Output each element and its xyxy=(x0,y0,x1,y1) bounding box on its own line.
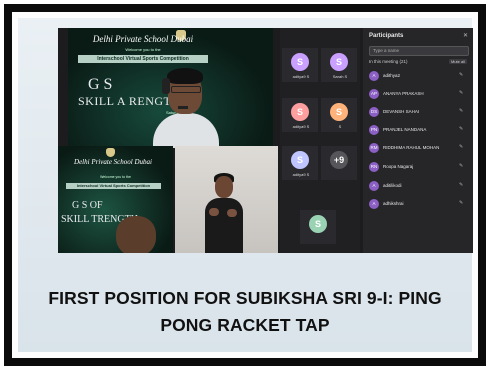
participant-tile[interactable]: S S xyxy=(321,98,357,132)
participant-name: aditilikodi xyxy=(383,183,402,188)
participant-name: DEVANSH SAHAI xyxy=(383,109,420,114)
avatar: S xyxy=(291,53,309,71)
welcome-text: Welcome you to the xyxy=(100,175,131,179)
school-title: Delhi Private School Dubai xyxy=(74,158,152,166)
teacher-body xyxy=(205,198,243,253)
participant-tiles: S aditya9 S S Sarah S S aditya9 S S S S … xyxy=(280,28,360,253)
participant-row[interactable]: AP ANANYA PRAKASH ✎ xyxy=(369,88,469,102)
inner-border: Delhi Private School Dubai Welcome you t… xyxy=(12,12,478,358)
avatar: S xyxy=(309,215,327,233)
student-hair xyxy=(167,68,203,84)
avatar: A xyxy=(369,199,379,209)
avatar: RM xyxy=(369,143,379,153)
participant-row[interactable]: A adhikshrai ✎ xyxy=(369,198,469,212)
competition-banner: Interschool Virtual Sports Competition xyxy=(78,55,208,63)
mic-icon[interactable]: ✎ xyxy=(459,108,463,114)
participant-row[interactable]: A aditilikodi ✎ xyxy=(369,180,469,194)
teacher-video-feed xyxy=(175,146,278,253)
secondary-video-feed: Delhi Private School Dubai Welcome you t… xyxy=(58,146,173,253)
mic-icon[interactable]: ✎ xyxy=(459,144,463,150)
tile-name: S xyxy=(338,124,342,129)
avatar: AP xyxy=(369,89,379,99)
participant-tile[interactable]: S aditya9 S xyxy=(282,146,318,180)
student-glasses xyxy=(171,86,201,93)
mic-icon[interactable]: ✎ xyxy=(459,90,463,96)
participant-silhouette xyxy=(116,216,156,253)
avatar: A xyxy=(369,181,379,191)
main-video-feed: Delhi Private School Dubai Welcome you t… xyxy=(68,28,273,148)
meeting-section-label[interactable]: In this meeting (21) xyxy=(369,59,408,64)
participant-tile[interactable]: S xyxy=(300,210,336,244)
participant-tile[interactable]: S aditya9 S xyxy=(282,48,318,82)
avatar: A xyxy=(369,71,379,81)
close-icon[interactable]: ✕ xyxy=(463,32,468,39)
avatar: PN xyxy=(369,125,379,135)
participant-name: adhikshrai xyxy=(383,201,404,206)
tile-name: aditya9 S xyxy=(292,74,310,79)
participant-row[interactable]: PN PRANJEL NANDANA ✎ xyxy=(369,124,469,138)
caption-line-1: FIRST POSITION FOR SUBIKSHA SRI 9-I: PIN… xyxy=(48,288,442,308)
participant-name: PRANJEL NANDANA xyxy=(383,127,427,132)
mic-icon[interactable]: ✎ xyxy=(459,200,463,206)
tile-name: aditya9 S xyxy=(292,172,310,177)
avatar: RN xyxy=(369,162,379,172)
tile-name: Sarah S xyxy=(332,74,348,79)
competition-banner: Interschool Virtual Sports Competition xyxy=(66,183,161,189)
search-placeholder: Type a name xyxy=(373,48,400,53)
headline-line-2: SKILL A RENGTH xyxy=(78,94,181,108)
participant-tile[interactable]: S aditya9 S xyxy=(282,98,318,132)
school-title: Delhi Private School Dubai xyxy=(92,34,194,44)
participants-panel: Participants ✕ Type a name In this meeti… xyxy=(363,28,473,253)
microphone-icon xyxy=(178,106,188,109)
avatar: S xyxy=(291,103,309,121)
participant-row[interactable]: A adithya2 ✎ xyxy=(369,70,469,84)
more-participants-tile[interactable]: +9 xyxy=(321,146,357,180)
teacher-head xyxy=(215,176,233,198)
avatar: S xyxy=(330,103,348,121)
headline-line-1: G S OF xyxy=(72,200,103,211)
teacher-hand xyxy=(209,208,219,216)
meeting-screenshot: Delhi Private School Dubai Welcome you t… xyxy=(58,28,473,253)
avatar: S xyxy=(291,151,309,169)
avatar: S xyxy=(330,53,348,71)
participant-row[interactable]: DS DEVANSH SAHAI ✎ xyxy=(369,106,469,120)
participant-name: adithya2 xyxy=(383,73,401,78)
school-crest-icon xyxy=(106,148,115,157)
teacher-hand xyxy=(227,209,237,217)
outer-border: Delhi Private School Dubai Welcome you t… xyxy=(4,4,486,366)
headline-line-1: G S xyxy=(88,76,113,93)
welcome-text: Welcome you to the xyxy=(125,47,161,52)
participant-row[interactable]: RM RIDDHIMA RAHUL MOHAN ✎ xyxy=(369,142,469,156)
poster: Delhi Private School Dubai Welcome you t… xyxy=(18,18,473,352)
panel-title: Participants xyxy=(369,33,404,39)
participant-name: Roopa Nagaraj xyxy=(383,164,414,169)
caption-line-2: PONG RACKET TAP xyxy=(160,315,330,335)
mic-icon[interactable]: ✎ xyxy=(459,126,463,132)
participant-name: ANANYA PRAKASH xyxy=(383,91,424,96)
avatar: DS xyxy=(369,107,379,117)
tile-name: aditya9 S xyxy=(292,124,310,129)
participant-tile[interactable]: S Sarah S xyxy=(321,48,357,82)
mic-icon[interactable]: ✎ xyxy=(459,72,463,78)
mute-all-button[interactable]: Mute all xyxy=(449,59,468,64)
mic-icon[interactable]: ✎ xyxy=(459,182,463,188)
avatar: +9 xyxy=(330,151,348,169)
participant-row[interactable]: RN Roopa Nagaraj ✎ xyxy=(369,161,469,175)
headset-icon xyxy=(162,78,170,94)
mic-icon[interactable]: ✎ xyxy=(459,163,463,169)
participant-name: RIDDHIMA RAHUL MOHAN xyxy=(383,145,440,150)
participant-search-input[interactable]: Type a name xyxy=(369,46,469,56)
